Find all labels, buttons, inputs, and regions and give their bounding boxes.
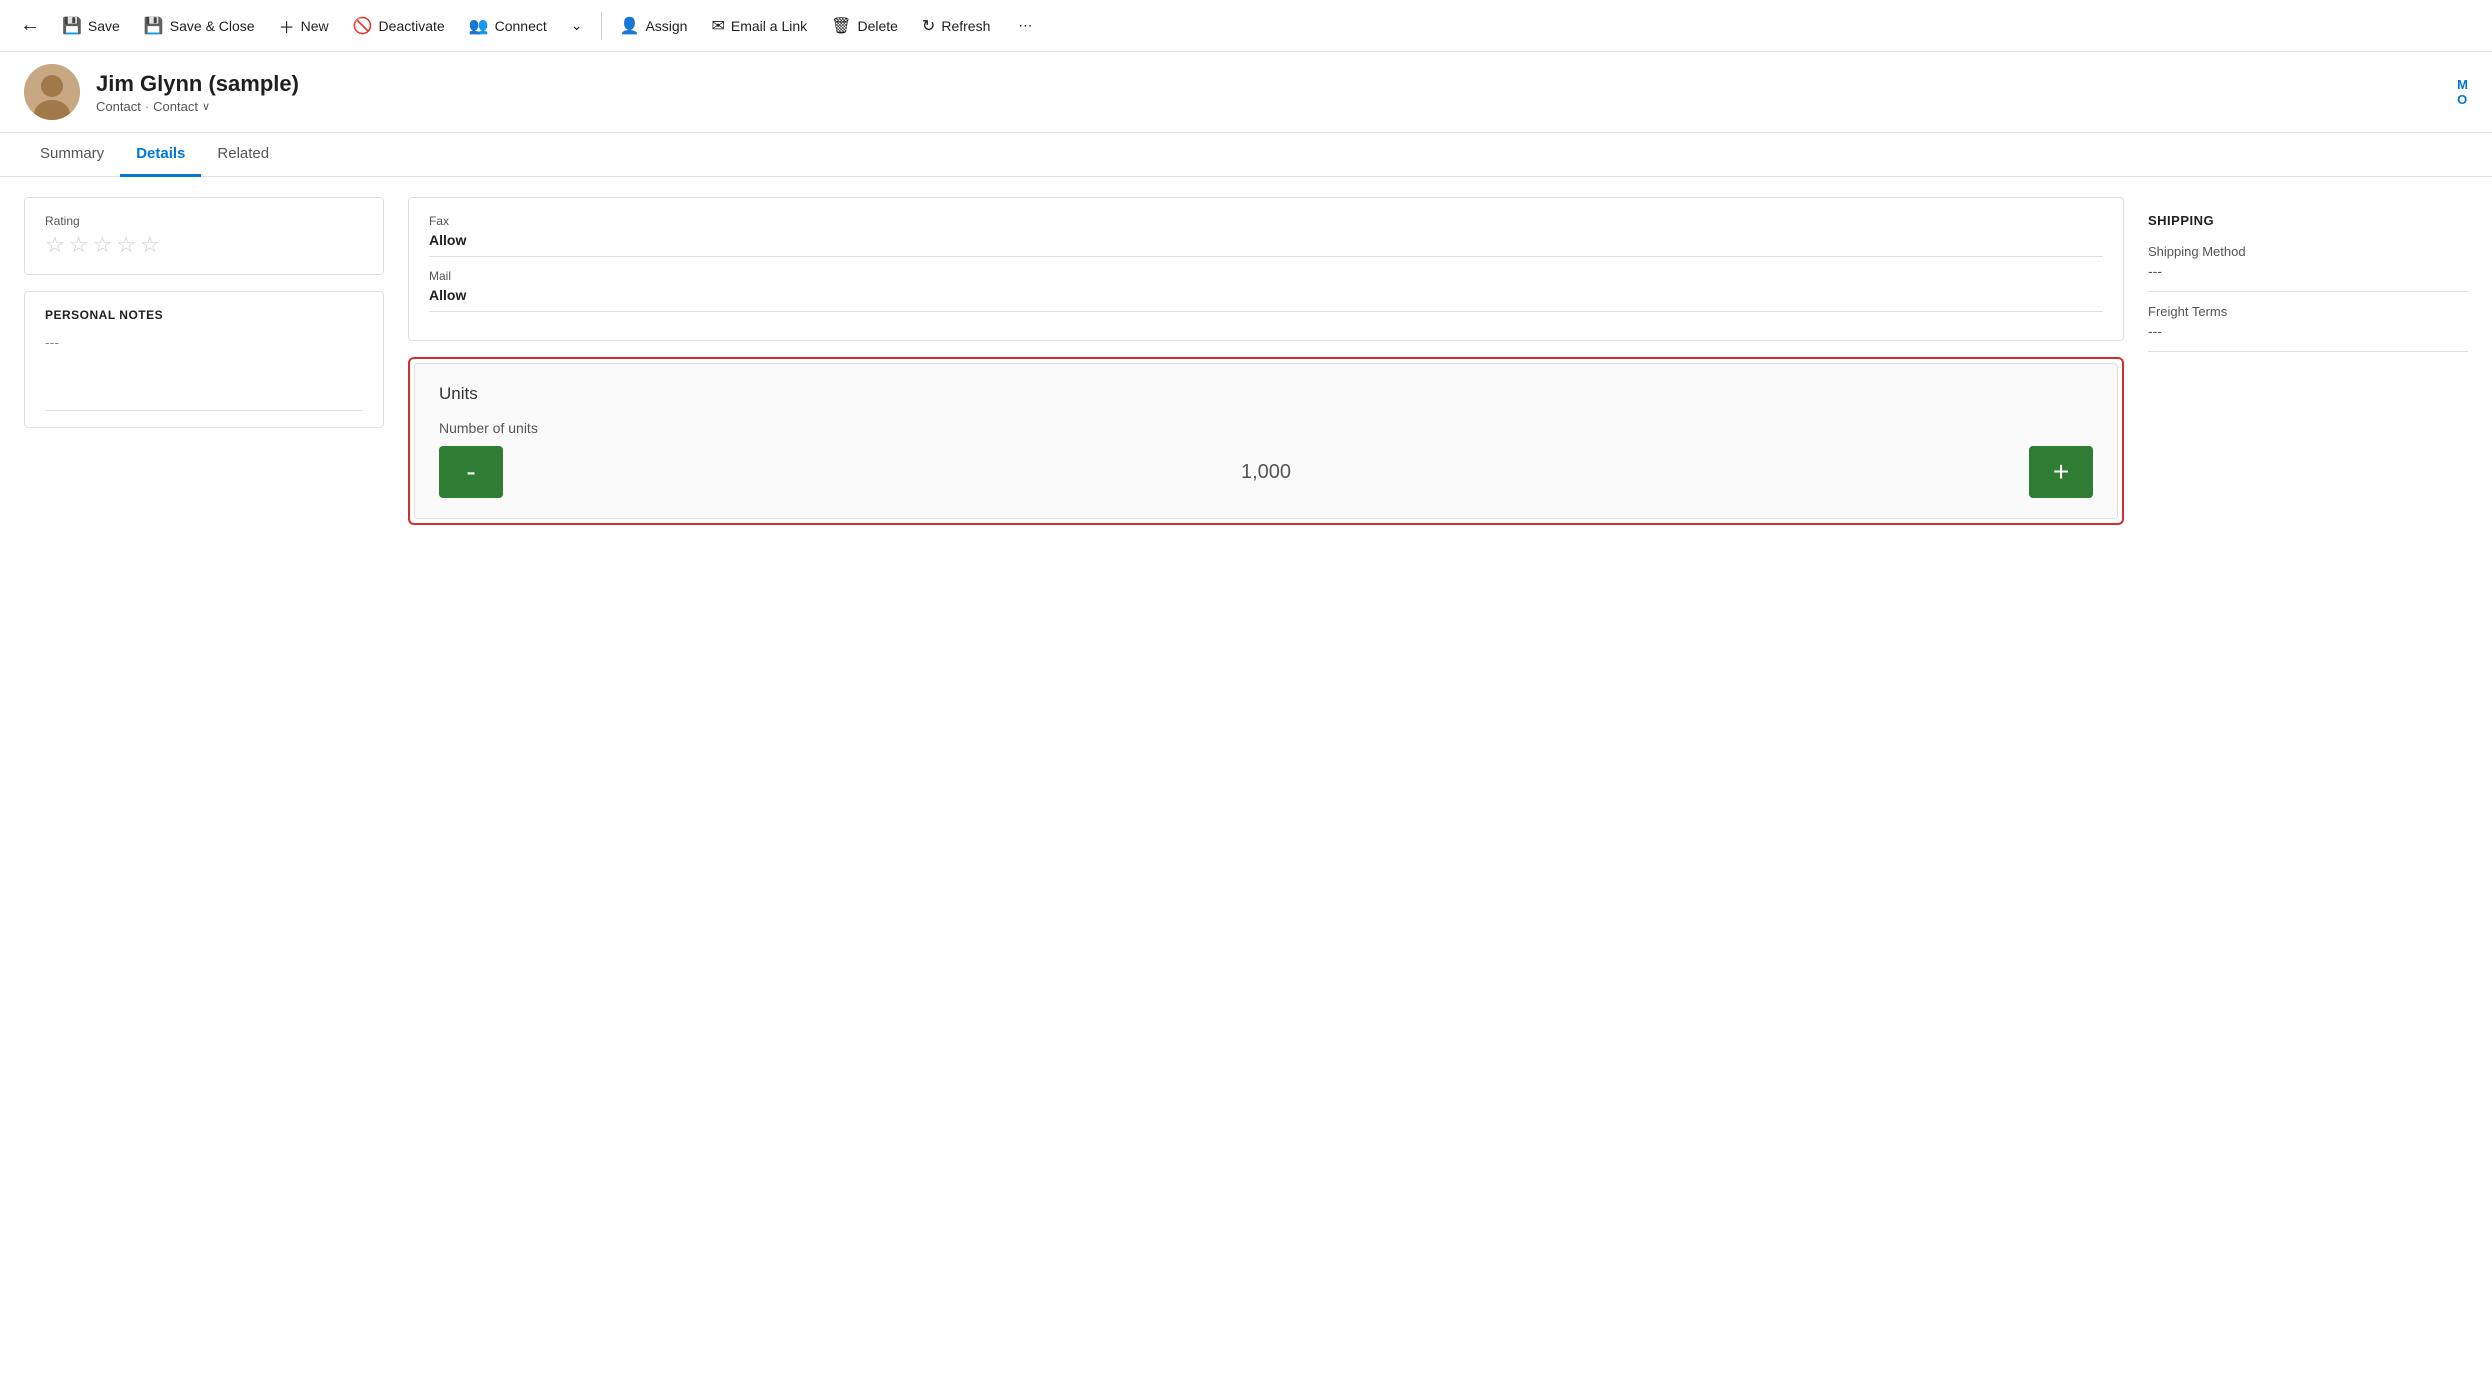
freight-terms-label: Freight Terms: [2148, 304, 2468, 319]
breadcrumb-separator: ·: [145, 99, 149, 114]
units-card: Units Number of units - 1,000 +: [414, 363, 2118, 519]
breadcrumb-item-1: Contact: [96, 99, 141, 114]
right-column: SHIPPING Shipping Method --- Freight Ter…: [2148, 197, 2468, 1344]
breadcrumb-dropdown[interactable]: ∨: [202, 100, 210, 113]
contact-allow-card: Fax Allow Mail Allow: [408, 197, 2124, 341]
middle-column: Fax Allow Mail Allow Units Number of uni…: [408, 197, 2124, 1344]
assign-button[interactable]: 👤 Assign: [610, 10, 698, 42]
deactivate-icon: 🚫: [353, 16, 373, 36]
back-button[interactable]: ←: [12, 8, 48, 43]
delete-icon: 🗑: [831, 16, 851, 36]
shipping-title: SHIPPING: [2148, 213, 2468, 228]
save-icon: 💾: [62, 16, 82, 36]
breadcrumb: Contact · Contact ∨: [96, 99, 2441, 114]
toolbar: ← 💾 Save 💾 Save & Close ＋ New 🚫 Deactiva…: [0, 0, 2492, 52]
units-card-outer: Units Number of units - 1,000 +: [408, 357, 2124, 525]
save-button[interactable]: 💾 Save: [52, 10, 130, 42]
assign-icon: 👤: [620, 16, 640, 36]
email-icon: ✉: [711, 16, 724, 36]
record-name: Jim Glynn (sample): [96, 71, 2441, 97]
star-3[interactable]: ☆: [92, 232, 112, 258]
units-decrement-button[interactable]: -: [439, 446, 503, 498]
deactivate-button[interactable]: 🚫 Deactivate: [343, 10, 455, 42]
connect-dropdown-button[interactable]: ⌄: [561, 11, 593, 40]
more-icon: ⋯: [1018, 17, 1032, 34]
shipping-method-label: Shipping Method: [2148, 244, 2468, 259]
star-4[interactable]: ☆: [116, 232, 136, 258]
chevron-down-icon: ⌄: [571, 17, 583, 34]
shipping-section: SHIPPING Shipping Method --- Freight Ter…: [2148, 197, 2468, 380]
star-1[interactable]: ☆: [45, 232, 65, 258]
personal-notes-title: PERSONAL NOTES: [45, 308, 363, 322]
back-icon: ←: [20, 14, 40, 37]
new-button[interactable]: ＋ New: [269, 8, 339, 44]
tab-related[interactable]: Related: [201, 133, 285, 177]
units-number-label: Number of units: [439, 420, 2093, 436]
header-info: Jim Glynn (sample) Contact · Contact ∨: [96, 71, 2441, 114]
units-value: 1,000: [503, 461, 2029, 484]
shipping-method-value: ---: [2148, 263, 2468, 292]
connect-icon: 👥: [469, 16, 489, 36]
personal-notes-value: ---: [45, 334, 363, 411]
left-column: Rating ☆ ☆ ☆ ☆ ☆ PERSONAL NOTES ---: [24, 197, 384, 1344]
email-link-button[interactable]: ✉ Email a Link: [701, 10, 817, 42]
save-close-button[interactable]: 💾 Save & Close: [134, 10, 265, 42]
rating-label: Rating: [45, 214, 363, 228]
fax-label: Fax: [429, 214, 2103, 228]
units-controls: - 1,000 +: [439, 446, 2093, 498]
connect-button[interactable]: 👥 Connect: [459, 10, 557, 42]
main-content: Rating ☆ ☆ ☆ ☆ ☆ PERSONAL NOTES --- Fax …: [0, 177, 2492, 1364]
freight-terms-value: ---: [2148, 323, 2468, 352]
rating-stars[interactable]: ☆ ☆ ☆ ☆ ☆: [45, 232, 363, 258]
plus-icon: +: [2053, 458, 2069, 486]
units-increment-button[interactable]: +: [2029, 446, 2093, 498]
refresh-icon: ↻: [922, 16, 935, 36]
refresh-button[interactable]: ↻ Refresh: [912, 10, 1000, 42]
mail-allow-value: Allow: [429, 287, 2103, 312]
new-icon: ＋: [279, 14, 295, 38]
breadcrumb-item-2: Contact: [153, 99, 198, 114]
mail-label: Mail: [429, 269, 2103, 283]
minus-icon: -: [466, 458, 475, 486]
delete-button[interactable]: 🗑 Delete: [821, 10, 908, 42]
fax-allow-value: Allow: [429, 232, 2103, 257]
tab-summary[interactable]: Summary: [24, 133, 120, 177]
save-close-icon: 💾: [144, 16, 164, 36]
toolbar-divider: [601, 12, 602, 40]
personal-notes-card: PERSONAL NOTES ---: [24, 291, 384, 428]
star-2[interactable]: ☆: [69, 232, 89, 258]
star-5[interactable]: ☆: [140, 232, 160, 258]
rating-card: Rating ☆ ☆ ☆ ☆ ☆: [24, 197, 384, 275]
tab-bar: Summary Details Related: [0, 133, 2492, 177]
record-header: Jim Glynn (sample) Contact · Contact ∨ M…: [0, 52, 2492, 133]
tab-details[interactable]: Details: [120, 133, 201, 177]
header-user-indicator: M O: [2457, 77, 2468, 107]
more-button[interactable]: ⋯: [1008, 11, 1042, 40]
avatar: [24, 64, 80, 120]
units-title: Units: [439, 384, 2093, 404]
